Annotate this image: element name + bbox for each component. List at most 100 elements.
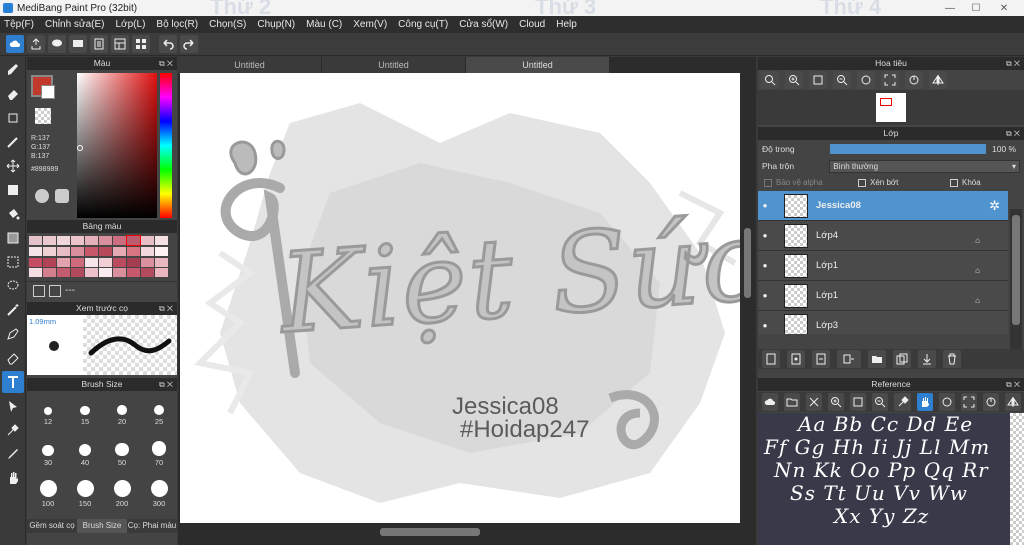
palette-swatch[interactable] (71, 246, 84, 256)
palette-swatch[interactable] (85, 268, 98, 278)
menu-help[interactable]: Help (556, 19, 577, 30)
fill-rect-tool[interactable] (2, 179, 24, 201)
reset-rotation-button[interactable] (905, 71, 923, 89)
palette-swatch[interactable] (155, 246, 168, 256)
folder-button[interactable] (868, 350, 886, 368)
lasso-tool[interactable] (2, 275, 24, 297)
select-tool[interactable] (2, 251, 24, 273)
horizontal-scroll-thumb[interactable] (380, 528, 480, 536)
brush-size-option[interactable]: 12 (33, 396, 63, 426)
pen-tool[interactable] (2, 443, 24, 465)
layer-row[interactable]: ● Lớp3 (758, 311, 1008, 334)
menu-snap[interactable]: Chụp(N) (257, 19, 295, 30)
new-8bit-layer-button[interactable] (812, 350, 830, 368)
visibility-icon[interactable]: ● (758, 231, 772, 240)
palette-swatch[interactable] (99, 268, 112, 278)
layout-button[interactable] (111, 35, 129, 53)
bucket-tool[interactable] (2, 203, 24, 225)
palette-swatch[interactable] (29, 236, 42, 245)
menu-edit[interactable]: Chỉnh sửa(E) (45, 19, 105, 30)
redo-button[interactable] (180, 35, 198, 53)
close-reference-button[interactable] (806, 393, 823, 411)
menu-window[interactable]: Cửa sổ(W) (459, 19, 508, 30)
palette-swatch[interactable] (113, 246, 126, 256)
ref-reset-button[interactable] (982, 393, 999, 411)
panel-close-icon[interactable]: ⧉ ✕ (159, 57, 173, 70)
brush-size-option[interactable]: 100 (33, 478, 63, 508)
new-layer-button[interactable] (762, 350, 780, 368)
ref-zoom-in-button[interactable] (828, 393, 845, 411)
palette-swatch[interactable] (113, 268, 126, 278)
palette-swatch[interactable] (99, 257, 112, 267)
palette-swatch[interactable] (155, 268, 168, 278)
brush-size-option[interactable]: 15 (70, 396, 100, 426)
move-tool[interactable] (2, 155, 24, 177)
palette-swatch[interactable] (127, 268, 140, 278)
ref-fit-button[interactable] (850, 393, 867, 411)
select-eraser-tool[interactable] (2, 347, 24, 369)
navigator-viewport[interactable] (880, 98, 892, 106)
ref-zoom-out-button[interactable] (872, 393, 889, 411)
panel-close-icon[interactable]: ⧉ ✕ (1006, 57, 1020, 70)
palette-swatch[interactable] (85, 236, 98, 245)
palette-swatch[interactable] (43, 257, 56, 267)
brush-size-option[interactable]: 300 (144, 478, 174, 508)
panel-close-icon[interactable]: ⧉ ✕ (159, 378, 173, 391)
palette-swatch[interactable] (29, 268, 42, 278)
menu-color[interactable]: Màu (C) (306, 19, 342, 30)
menu-select[interactable]: Chọn(S) (209, 19, 246, 30)
document-tab[interactable]: Untitled (178, 57, 322, 73)
brush-size-option[interactable]: 200 (107, 478, 137, 508)
saturation-value-picker[interactable] (77, 73, 157, 218)
copy-layer-button[interactable] (893, 350, 911, 368)
magic-wand-tool[interactable] (2, 299, 24, 321)
layer-scroll-thumb[interactable] (1012, 215, 1020, 325)
visibility-icon[interactable]: ● (758, 201, 772, 210)
brush-size-option[interactable]: 25 (144, 396, 174, 426)
brush-size-option[interactable]: 40 (70, 437, 100, 467)
color-picker-cursor[interactable] (77, 145, 83, 151)
palette-swatch[interactable] (57, 268, 70, 278)
palette-swatch[interactable] (43, 268, 56, 278)
eraser-tool[interactable] (2, 83, 24, 105)
flip-button[interactable] (929, 71, 947, 89)
palette-swatch[interactable] (126, 235, 141, 246)
zoom-out-button[interactable] (833, 71, 851, 89)
visibility-icon[interactable]: ● (758, 261, 772, 270)
gear-icon[interactable]: ✲ (989, 198, 1000, 214)
new-halftone-layer-button[interactable] (787, 350, 805, 368)
navigator-preview[interactable] (758, 90, 1024, 125)
menu-filter[interactable]: Bộ lọc(R) (156, 19, 198, 30)
layer-row[interactable]: ● Jessica08 ✲ (758, 191, 1008, 221)
document-tab[interactable]: Untitled (466, 57, 610, 73)
palette-swatch[interactable] (127, 246, 140, 256)
cloud-button[interactable] (6, 35, 24, 53)
hue-slider[interactable] (160, 73, 172, 218)
gradient-tool[interactable] (2, 227, 24, 249)
vertical-scroll-thumb[interactable] (744, 228, 751, 298)
text-tool[interactable] (2, 371, 24, 393)
brush-size-option[interactable]: 30 (33, 437, 63, 467)
palette-swatch[interactable] (141, 246, 154, 256)
delete-layer-button[interactable] (943, 350, 961, 368)
blur-tool[interactable] (2, 131, 24, 153)
brush-size-option[interactable]: 150 (70, 478, 100, 508)
palette-swatch[interactable] (71, 268, 84, 278)
grid-button[interactable] (132, 35, 150, 53)
palette-swatch[interactable] (43, 236, 56, 245)
ref-flip-button[interactable] (1004, 393, 1021, 411)
export-button[interactable] (27, 35, 45, 53)
palette-swatch[interactable] (29, 246, 42, 256)
reference-cloud-button[interactable] (762, 393, 779, 411)
rotate-button[interactable] (857, 71, 875, 89)
panel-close-icon[interactable]: ⧉ ✕ (1006, 127, 1020, 140)
new-palette-icon[interactable] (33, 284, 45, 297)
fit-window-button[interactable] (809, 71, 827, 89)
open-reference-button[interactable] (784, 393, 801, 411)
palette-swatch[interactable] (141, 268, 154, 278)
brush-size-option[interactable]: 50 (107, 437, 137, 467)
ref-rotate-button[interactable] (938, 393, 955, 411)
hand-tool[interactable] (2, 467, 24, 489)
tab-brush-fade[interactable]: Cọ: Phai màu (127, 519, 177, 533)
palette-swatch[interactable] (85, 257, 98, 267)
